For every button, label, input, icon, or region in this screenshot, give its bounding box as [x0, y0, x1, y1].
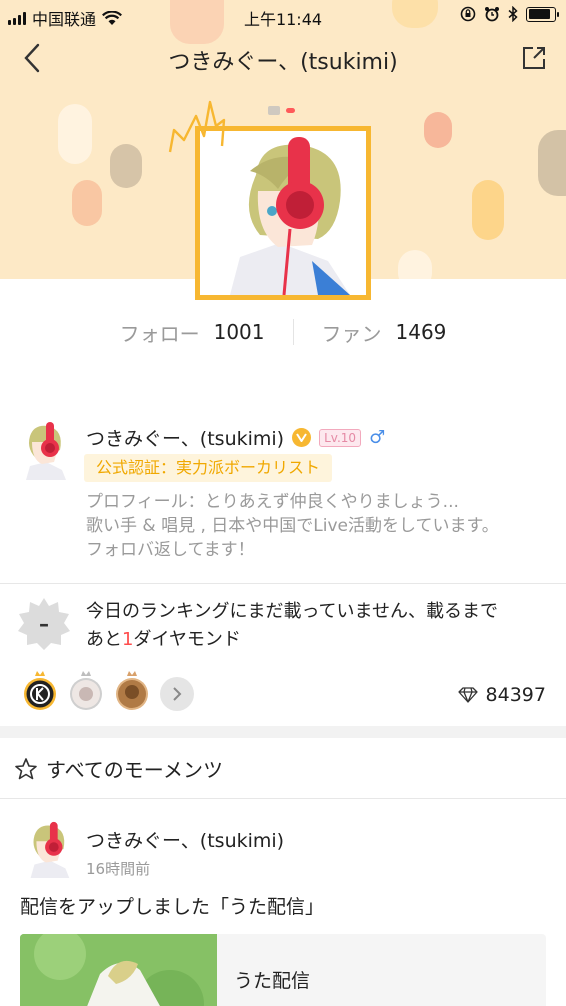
top-fans-list	[22, 671, 194, 712]
lock-rotation-icon	[460, 6, 476, 22]
ranking-line: 今日のランキングにまだ載っていません、載るまで	[86, 601, 499, 622]
section-gap	[0, 726, 566, 738]
avatar-illustration	[24, 820, 72, 878]
live-indicator	[268, 106, 295, 115]
video-camera-icon	[268, 106, 280, 115]
top-fan-avatar[interactable]	[22, 671, 58, 712]
ranking-message: 今日のランキングにまだ載っていません、載るまで あと1ダイヤモンド	[86, 598, 556, 654]
bluetooth-icon	[508, 6, 518, 22]
avatar[interactable]	[20, 420, 68, 480]
follow-count[interactable]: 1001	[214, 320, 265, 344]
status-bar: 中国联通 上午11:44	[0, 0, 566, 32]
bio-line: 歌い手 & 唱見 , 日本や中国でLive活動をしています。	[86, 516, 499, 536]
post-text: 配信をアップしました「うた配信」	[20, 896, 325, 918]
male-icon: ♂	[369, 427, 386, 448]
rank-badge: –	[16, 596, 72, 652]
share-button[interactable]	[516, 40, 552, 76]
alarm-icon	[485, 7, 499, 22]
decor-blob	[424, 112, 452, 148]
diamond-total: 84397	[457, 684, 546, 706]
star-outline-icon	[15, 757, 37, 779]
post-author-name[interactable]: つきみぐー、(tsukimi)	[86, 826, 284, 853]
decor-blob	[110, 144, 142, 188]
post-author-avatar[interactable]	[24, 820, 72, 878]
follow-label[interactable]: フォロー	[120, 318, 200, 347]
certification-badge: 公式認証：実力派ボーカリスト	[84, 454, 333, 482]
top-fan-avatar[interactable]	[114, 671, 150, 712]
top-fan-avatar[interactable]	[68, 671, 104, 712]
follow-stats: フォロー 1001 ファン 1469	[0, 312, 566, 352]
stats-divider	[292, 319, 294, 345]
live-dot	[286, 108, 295, 113]
section-divider	[0, 798, 566, 799]
post-timestamp: 16時間前	[86, 860, 151, 878]
diamond-icon	[457, 687, 478, 703]
decor-blob	[58, 104, 92, 164]
moments-header: すべてのモーメンツ	[14, 754, 223, 783]
fans-count[interactable]: 1469	[396, 320, 447, 344]
avatar-illustration	[20, 420, 68, 480]
profile-name: つきみぐー、(tsukimi)	[86, 428, 285, 450]
post-thumbnail	[20, 934, 217, 1006]
decor-blob	[72, 180, 102, 226]
rank-mark: –	[39, 612, 49, 636]
rank-star-icon: –	[18, 598, 70, 650]
profile-bio: プロフィール：とりあえず仲良くやりましょう... 歌い手 & 唱見 , 日本や中…	[86, 490, 556, 562]
moments-title: すべてのモーメンツ	[46, 758, 223, 782]
verified-badge-icon	[292, 428, 312, 447]
diamond-count: 84397	[485, 684, 546, 706]
chevron-right-icon	[173, 687, 182, 701]
share-icon	[523, 47, 545, 69]
fans-label[interactable]: ファン	[322, 318, 382, 347]
ranking-line: あと1ダイヤモンド	[86, 626, 556, 654]
decor-blob	[538, 130, 566, 196]
page-title: つきみぐー、(tsukimi)	[168, 50, 398, 75]
post-media-card[interactable]: うた配信	[20, 934, 546, 1006]
post-card-title: うた配信	[234, 970, 311, 992]
bio-line: プロフィール：とりあえず仲良くやりましょう...	[86, 492, 459, 512]
navigation-bar: つきみぐー、(tsukimi)	[0, 36, 566, 80]
ranking-prefix: あと	[86, 629, 122, 650]
ranking-needed-number: 1	[122, 629, 134, 650]
section-divider	[0, 583, 566, 584]
crown-icon	[168, 100, 226, 153]
bio-line: フォロバ返してます！	[86, 540, 255, 560]
battery-icon	[526, 6, 559, 22]
more-fans-button[interactable]	[160, 677, 194, 711]
decor-blob	[398, 250, 432, 279]
back-button[interactable]	[14, 40, 50, 76]
chevron-left-icon	[24, 43, 40, 73]
profile-info: つきみぐー、(tsukimi) Lv.10 ♂ 公式認証：実力派ボーカリスト プ…	[0, 412, 566, 582]
decor-blob	[472, 180, 504, 240]
level-badge: Lv.10	[319, 428, 362, 447]
ranking-suffix: ダイヤモンド	[133, 629, 241, 650]
